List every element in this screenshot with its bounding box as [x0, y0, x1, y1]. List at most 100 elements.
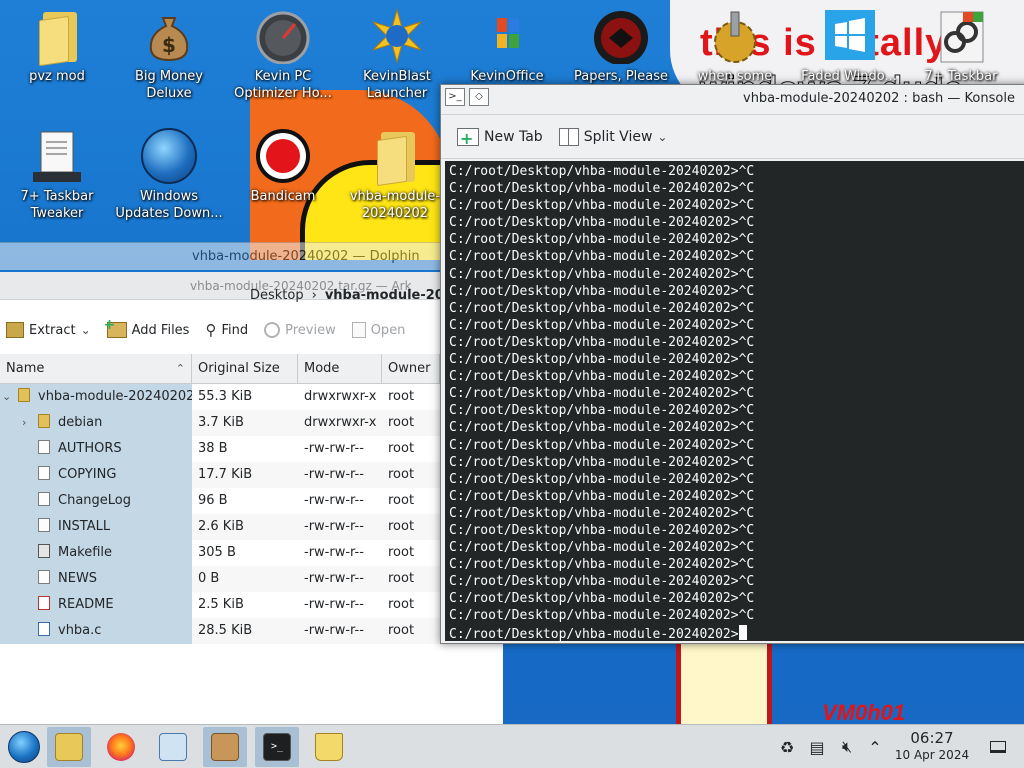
terminal-line: C:/root/Desktop/vhba-module-20240202>^C	[449, 164, 755, 179]
table-row[interactable]: NEWS 0 B -rw-rw-r-- root	[0, 566, 440, 592]
cell-name: › debian	[0, 410, 192, 436]
terminal-line: C:/root/Desktop/vhba-module-20240202>^C	[449, 488, 755, 504]
document-icon	[351, 322, 366, 338]
cell-mode: -rw-rw-r--	[304, 441, 364, 456]
file-name: vhba-module-20240202	[38, 389, 192, 404]
konsole-window: >_ ◇ vhba-module-20240202 : bash — Konso…	[440, 84, 1024, 644]
folder-icon	[18, 388, 30, 402]
desktop-icon-windows-updates[interactable]: Windows Updates Down...	[114, 128, 224, 222]
terminal-line: C:/root/Desktop/vhba-module-20240202>^C	[449, 283, 755, 299]
preview-button[interactable]: Preview	[264, 322, 336, 338]
ark-window: vhba-module-20240202.tar.gz — Ark Deskto…	[0, 272, 503, 724]
start-menu-button[interactable]	[2, 727, 46, 767]
terminal-line: C:/root/Desktop/vhba-module-20240202>^C	[449, 317, 755, 333]
show-desktop-icon	[990, 741, 1006, 753]
cell-size: 96 B	[198, 493, 228, 508]
cell-owner: root	[382, 410, 440, 436]
cell-name: AUTHORS	[0, 436, 192, 462]
split-view-icon	[558, 127, 579, 146]
taskbar-system-settings[interactable]	[151, 727, 195, 767]
terminal-line: C:/root/Desktop/vhba-module-20240202>^C	[449, 198, 755, 214]
breadcrumb-item[interactable]: Desktop	[250, 288, 304, 303]
clock[interactable]: 06:27 10 Apr 2024	[888, 729, 976, 763]
desktop-icon-kevinblast[interactable]: KevinBlast Launcher	[342, 8, 452, 102]
split-view-button[interactable]: Split View ⌄	[558, 127, 667, 146]
taskbar-firefox[interactable]	[99, 727, 143, 767]
cell-name: Makefile	[0, 540, 192, 566]
cell-mode: drwxrwxr-x	[298, 410, 382, 436]
desktop-icon-big-money[interactable]: $ Big Money Deluxe	[114, 8, 224, 102]
table-row[interactable]: ChangeLog 96 B -rw-rw-r-- root	[0, 488, 440, 514]
file-icon	[38, 596, 50, 610]
column-header-mode[interactable]: Mode	[298, 354, 382, 384]
add-files-icon	[104, 317, 127, 338]
volume-muted-icon[interactable]: 🔇︎	[836, 725, 858, 768]
chevron-right-icon: ›	[311, 288, 317, 303]
column-header-size[interactable]: Original Size	[192, 354, 298, 384]
terminal-app-icon[interactable]: >_	[445, 88, 465, 106]
table-row[interactable]: README 2.5 KiB -rw-rw-r-- root	[0, 592, 440, 618]
terminal-line: C:/root/Desktop/vhba-module-20240202>^C	[449, 352, 755, 368]
taskbar-konsole[interactable]: >_	[255, 727, 299, 767]
file-name: INSTALL	[58, 519, 111, 534]
desktop-icon-bandicam[interactable]: Bandicam	[228, 128, 338, 205]
file-icon	[38, 492, 50, 506]
taskbar-ark[interactable]	[203, 727, 247, 767]
dolphin-window-titlebar[interactable]: vhba-module-20240202 — Dolphin	[0, 242, 440, 270]
show-desktop-button[interactable]	[986, 725, 1010, 768]
table-row[interactable]: vhba.c 28.5 KiB -rw-rw-r-- root	[0, 618, 440, 644]
new-tab-button[interactable]: New Tab	[457, 127, 543, 147]
desktop-icon-7tt-tweaker[interactable]: 7+ Taskbar Tweaker	[2, 128, 112, 222]
taskbar-bag[interactable]	[307, 727, 351, 767]
cell-size: 0 B	[192, 566, 298, 592]
terminal-prompt[interactable]: C:/root/Desktop/vhba-module-20240202>	[449, 624, 1021, 641]
terminal-output[interactable]: C:/root/Desktop/vhba-module-20240202>^C C…	[445, 161, 1024, 641]
window-menu-icon[interactable]: ◇	[469, 88, 489, 106]
find-button[interactable]: ⚲ Find	[205, 321, 248, 339]
cell-mode: -rw-rw-r--	[304, 597, 364, 612]
desktop-icon-kevin-pc-optimizer[interactable]: Kevin PC Optimizer Ho...	[228, 8, 338, 102]
desktop-icon-faded-windows[interactable]: Faded Windo...	[794, 8, 904, 85]
konsole-toolbar: New Tab Split View ⌄	[441, 115, 1024, 159]
table-row[interactable]: ⌄ vhba-module-20240202 55.3 KiB drwxrwxr-x r…	[0, 384, 440, 410]
cell-mode: -rw-rw-r--	[304, 493, 364, 508]
desktop-icon-vhba-module[interactable]: vhba-module-20240202	[340, 128, 450, 222]
chevron-right-icon[interactable]: ›	[22, 410, 38, 436]
taskbar-dolphin[interactable]	[47, 727, 91, 767]
konsole-title: vhba-module-20240202 : bash — Konsole	[743, 91, 1015, 106]
table-row[interactable]: COPYING 17.7 KiB -rw-rw-r-- root	[0, 462, 440, 488]
file-name: COPYING	[58, 467, 117, 482]
konsole-titlebar[interactable]: >_ ◇ vhba-module-20240202 : bash — Konso…	[441, 85, 1024, 115]
cell-owner: root	[388, 389, 415, 404]
cell-owner: root	[388, 597, 415, 612]
recycle-bin-icon[interactable]: ♻	[776, 725, 798, 768]
svg-text:$: $	[162, 33, 176, 57]
extract-button[interactable]: Extract ⌄	[6, 322, 91, 338]
open-button[interactable]: Open	[351, 322, 405, 338]
windows-tile-icon	[821, 8, 877, 64]
firefox-icon	[107, 733, 135, 761]
folder-icon	[367, 128, 423, 187]
clipboard-icon[interactable]: ▤	[806, 725, 828, 768]
column-header-name[interactable]: Name ⌃	[0, 354, 192, 384]
file-icon	[38, 518, 50, 532]
file-name: ChangeLog	[58, 493, 131, 508]
terminal-line: C:/root/Desktop/vhba-module-20240202>^C	[449, 386, 755, 402]
desktop-icon-papers-please[interactable]: Papers, Please	[566, 8, 676, 85]
column-header-owner[interactable]: Owner	[382, 354, 440, 384]
cell-size: 38 B	[198, 441, 228, 456]
desktop-icon-pvz-mod[interactable]: pvz mod	[2, 8, 112, 85]
terminal-line: C:/root/Desktop/vhba-module-20240202>^C	[449, 608, 755, 624]
add-files-button[interactable]: Add Files	[104, 317, 189, 338]
table-row[interactable]: › debian 3.7 KiB drwxrwxr-x root	[0, 410, 440, 436]
file-name: vhba.c	[58, 623, 102, 638]
table-row[interactable]: Makefile 305 B -rw-rw-r-- root	[0, 540, 440, 566]
table-row[interactable]: INSTALL 2.6 KiB -rw-rw-r-- root	[0, 514, 440, 540]
file-name: Makefile	[58, 545, 113, 560]
table-row[interactable]: AUTHORS 38 B -rw-rw-r-- root	[0, 436, 440, 462]
terminal-line: C:/root/Desktop/vhba-module-20240202>^C	[449, 505, 755, 521]
windows-orb-icon	[141, 128, 197, 184]
chevron-down-icon[interactable]: ⌄	[2, 384, 18, 410]
terminal-line: C:/root/Desktop/vhba-module-20240202>^C	[449, 574, 755, 590]
chevron-up-icon[interactable]: ⌃	[864, 725, 886, 768]
